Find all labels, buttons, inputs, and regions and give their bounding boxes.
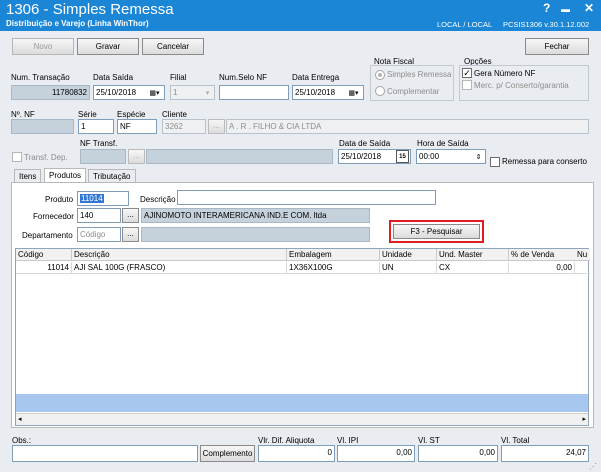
serie-label: Série	[78, 110, 97, 119]
num-selo-label: Num.Selo NF	[219, 73, 268, 82]
resize-grip-icon[interactable]: ⋰	[589, 462, 597, 471]
data-entrega-label: Data Entrega	[292, 73, 340, 82]
title-bar: 1306 - Simples Remessa Distribuição e Va…	[0, 0, 601, 31]
especie-field[interactable]: NF	[117, 119, 157, 134]
fornecedor-label: Fornecedor	[33, 212, 74, 221]
location-label: LOCAL / LOCAL	[437, 20, 493, 29]
vl-dif-field: 0	[258, 445, 335, 462]
nf-transf-field	[80, 149, 126, 164]
produto-label: Produto	[45, 195, 74, 204]
merc-conserto-checkbox[interactable]	[462, 80, 472, 90]
transf-dep-label: Transf. Dep.	[24, 153, 68, 162]
scroll-left-icon[interactable]: ◂	[18, 415, 22, 423]
especie-label: Espécie	[117, 110, 146, 119]
table-cell[interactable]: UN	[380, 262, 437, 274]
minimize-icon[interactable]: ▬	[561, 4, 570, 14]
merc-conserto-label: Merc. p/ Conserto/garantia	[474, 81, 569, 90]
gera-numero-nf-checkbox[interactable]: ✓	[462, 68, 472, 78]
num-transacao-label: Num. Transação	[11, 73, 70, 82]
calendar-icon[interactable]: 15	[396, 150, 409, 163]
gera-numero-nf-label: Gera Número NF	[474, 69, 536, 78]
remessa-conserto-checkbox[interactable]	[490, 157, 500, 167]
fechar-button[interactable]: Fechar	[525, 38, 589, 55]
vl-total-label: Vl. Total	[501, 436, 530, 445]
table-cell[interactable]: 11014	[16, 262, 72, 274]
departamento-code-field[interactable]: Código	[77, 227, 121, 242]
table-cell[interactable]: CX	[437, 262, 509, 274]
scroll-right-icon[interactable]: ▸	[582, 415, 586, 423]
cliente-code-field[interactable]: 3262	[162, 119, 206, 134]
col-header-embalagem[interactable]: Embalagem	[287, 249, 380, 261]
descricao-field[interactable]	[177, 190, 436, 205]
fornecedor-search-button[interactable]: ...	[122, 208, 139, 223]
col-header-unidade[interactable]: Unidade	[380, 249, 437, 261]
nf-transf-desc-field	[146, 149, 333, 164]
tab-itens[interactable]: Itens	[14, 169, 42, 183]
table-cell[interactable]: 0,00	[509, 262, 575, 274]
cliente-name-field: A . R . FILHO & CIA LTDA	[226, 119, 589, 134]
complementar-label: Complementar	[387, 87, 440, 96]
descricao-label: Descrição	[140, 195, 176, 204]
fornecedor-name-field: AJINOMOTO INTERAMERICANA IND.E COM. ltda	[141, 208, 370, 223]
help-icon[interactable]: ?	[543, 1, 550, 15]
window-title: 1306 - Simples Remessa	[6, 1, 174, 18]
num-transacao-field: 11780832	[11, 85, 90, 100]
version-label: PCSIS1306 v.30.1.12.002	[503, 20, 590, 29]
num-nf-field	[11, 119, 74, 134]
obs-label: Obs.:	[12, 436, 32, 445]
spin-icon[interactable]: ⇕	[472, 150, 485, 163]
departamento-name-field	[141, 227, 370, 242]
close-icon[interactable]: ✕	[584, 1, 594, 15]
remessa-conserto-label: Remessa para conserto	[502, 157, 587, 166]
departamento-label: Departamento	[22, 231, 73, 240]
transf-dep-checkbox[interactable]	[12, 152, 22, 162]
fornecedor-code-field[interactable]: 140	[77, 208, 121, 223]
serie-field[interactable]: 1	[78, 119, 114, 134]
vl-st-label: Vl. ST	[418, 436, 440, 445]
novo-button[interactable]: Novo	[12, 38, 74, 55]
produto-field[interactable]: 11014	[77, 191, 129, 206]
table-cell[interactable]: 1X36X100G	[287, 262, 380, 274]
chevron-down-icon[interactable]: ▾	[201, 86, 214, 99]
simples-remessa-label: Simples Remessa	[387, 70, 452, 79]
num-nf-label: Nº. NF	[11, 110, 35, 119]
tab-produtos[interactable]: Produtos	[44, 168, 87, 183]
nf-transf-search-button[interactable]: ...	[128, 149, 145, 164]
vl-ipi-field: 0,00	[337, 445, 415, 462]
hora-saida-label: Hora de Saída	[417, 139, 469, 148]
vl-dif-label: Vlr. Dif. Aliquota	[258, 436, 315, 445]
cliente-label: Cliente	[162, 110, 187, 119]
tab-tributacao[interactable]: Tributação	[88, 169, 136, 183]
vl-st-field: 0,00	[418, 445, 498, 462]
departamento-search-button[interactable]: ...	[122, 227, 139, 242]
data-saida-label: Data Saída	[93, 73, 134, 82]
col-header-codigo[interactable]: Código	[16, 249, 72, 261]
simples-remessa-radio[interactable]	[375, 70, 385, 80]
window-subtitle: Distribuição e Varejo (Linha WinThor)	[6, 19, 149, 28]
col-header-und-master[interactable]: Und. Master	[437, 249, 509, 261]
horizontal-scrollbar[interactable]: ◂ ▸	[16, 413, 588, 425]
vl-total-field: 24,07	[501, 445, 589, 462]
table-cell[interactable]	[575, 262, 590, 274]
filial-label: Filial	[170, 73, 187, 82]
produtos-grid[interactable]: Código Descrição Embalagem Unidade Und. …	[15, 248, 590, 426]
vl-ipi-label: Vl. IPI	[337, 436, 359, 445]
col-header-descricao[interactable]: Descrição	[72, 249, 287, 261]
complemento-button[interactable]: Complemento	[200, 445, 255, 462]
num-selo-field[interactable]	[219, 85, 289, 100]
calendar-dropdown-icon[interactable]: ▦▾	[347, 86, 360, 99]
col-header-nu[interactable]: Nu	[575, 249, 590, 261]
cliente-search-button[interactable]: ...	[208, 119, 225, 134]
nf-transf-label: NF Transf.	[80, 139, 118, 148]
pesquisar-button[interactable]: F3 - Pesquisar	[393, 224, 480, 239]
grid-summary-bar	[16, 394, 588, 412]
table-cell[interactable]: AJI SAL 100G (FRASCO)	[72, 262, 287, 274]
cancelar-button[interactable]: Cancelar	[142, 38, 204, 55]
data-de-saida-label: Data de Saída	[339, 139, 391, 148]
obs-field[interactable]	[12, 445, 198, 462]
calendar-dropdown-icon[interactable]: ▦▾	[148, 86, 161, 99]
complementar-radio[interactable]	[375, 86, 385, 96]
gravar-button[interactable]: Gravar	[77, 38, 139, 55]
